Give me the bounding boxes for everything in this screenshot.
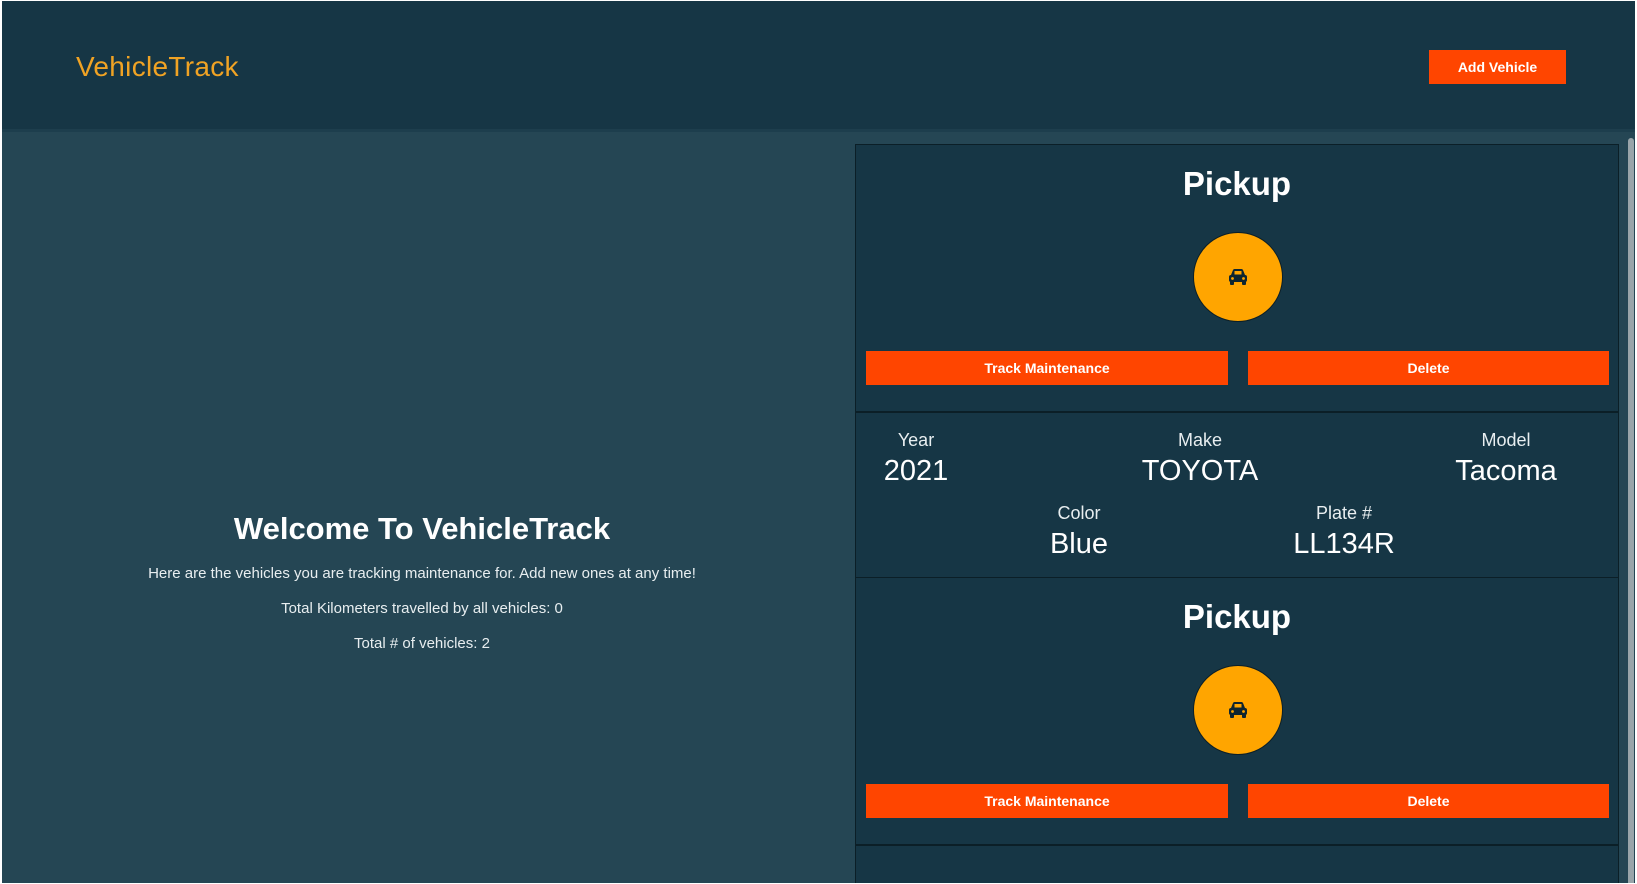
add-vehicle-button[interactable]: Add Vehicle [1429, 50, 1566, 84]
color-value: Blue [1049, 528, 1109, 560]
total-vehicles: Total # of vehicles: 2 [354, 635, 490, 652]
make-field: Make TOYOTA [1130, 430, 1270, 488]
year-label: Year [897, 430, 935, 450]
plate-field: Plate # LL134R [1279, 503, 1409, 561]
welcome-section: Welcome To VehicleTrack Here are the veh… [2, 511, 842, 670]
model-field: Model Tacoma [1446, 430, 1566, 488]
plate-label: Plate # [1315, 503, 1373, 523]
vehicle-avatar [1193, 232, 1283, 322]
track-maintenance-button[interactable]: Track Maintenance [866, 351, 1228, 385]
top-nav-bar: VehicleTrack Add Vehicle [2, 1, 1635, 132]
year-field: Year 2021 [876, 430, 956, 488]
model-value: Tacoma [1455, 455, 1557, 487]
vehicle-type: Pickup [1182, 598, 1292, 635]
welcome-title: Welcome To VehicleTrack [233, 511, 611, 546]
vehicle-card: Pickup Track Maintenance Delete Year 202… [855, 144, 1619, 582]
delete-button[interactable]: Delete [1248, 351, 1609, 385]
color-label: Color [1057, 503, 1101, 523]
color-field: Color Blue [1029, 503, 1129, 561]
year-value: 2021 [883, 455, 949, 487]
total-kilometers: Total Kilometers travelled by all vehicl… [281, 600, 563, 617]
vehicle-card: Pickup Track Maintenance Delete [855, 577, 1619, 883]
car-icon [1229, 269, 1247, 285]
brand-logo[interactable]: VehicleTrack [76, 51, 239, 83]
make-value: TOYOTA [1141, 455, 1259, 487]
vehicle-details: Year 2021 Make TOYOTA Model Tacoma Color… [856, 413, 1618, 581]
vehicle-type: Pickup [1182, 165, 1292, 202]
track-maintenance-button[interactable]: Track Maintenance [866, 784, 1228, 818]
vehicle-avatar [1193, 665, 1283, 755]
make-label: Make [1177, 430, 1222, 450]
plate-value: LL134R [1293, 528, 1395, 560]
delete-button[interactable]: Delete [1248, 784, 1609, 818]
vehicle-card-header: Pickup Track Maintenance Delete [856, 145, 1618, 413]
car-icon [1229, 702, 1247, 718]
welcome-subtitle: Here are the vehicles you are tracking m… [148, 565, 696, 582]
model-label: Model [1481, 430, 1531, 450]
page-scrollbar[interactable] [1628, 138, 1634, 883]
vehicle-card-header: Pickup Track Maintenance Delete [856, 578, 1618, 846]
app-window: VehicleTrack Add Vehicle Welcome To Vehi… [2, 1, 1635, 883]
